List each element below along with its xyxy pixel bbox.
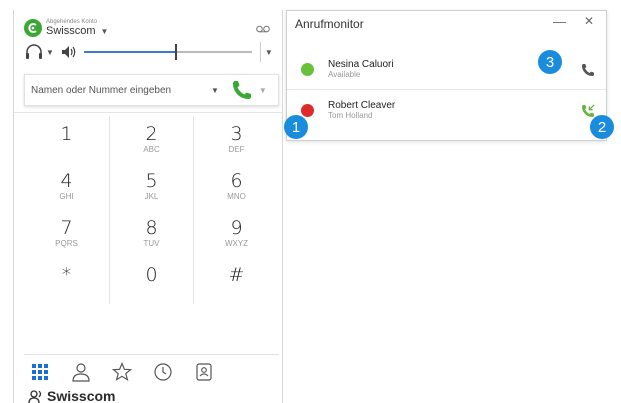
favorites-icon[interactable]: [110, 360, 134, 384]
key-digit: 4: [60, 170, 73, 192]
caller-name: Robert Cleaver: [328, 99, 396, 111]
key-letters: WXYZ: [224, 239, 249, 248]
volume-slider-thumb[interactable]: [175, 44, 178, 60]
key-letters: TUV: [143, 239, 160, 248]
voicemail-icon[interactable]: [256, 20, 270, 38]
minimize-button[interactable]: —: [553, 14, 566, 29]
account-name: Swisscom: [46, 25, 96, 37]
call-monitor-window: Anrufmonitor — ✕ Nesina Caluori Availabl…: [286, 10, 607, 141]
call-button[interactable]: [227, 75, 257, 105]
keypad-key[interactable]: *: [24, 257, 109, 304]
keypad-row: 1 2 ABC 3 DEF: [24, 116, 279, 163]
volume-slider-fill: [83, 51, 177, 53]
keypad-key[interactable]: 5 JKL: [109, 163, 194, 210]
key-letters: MNO: [227, 192, 246, 201]
headset-icon[interactable]: [24, 43, 44, 61]
caller-status: Available: [328, 70, 361, 80]
chevron-down-icon[interactable]: ▼: [46, 48, 54, 57]
key-letters: PQRS: [55, 239, 78, 248]
caller-substitute: Tom Holland: [328, 111, 373, 121]
caller-name: Nesina Caluori: [328, 58, 394, 70]
keypad-key[interactable]: #: [194, 257, 279, 304]
key-digit: *: [61, 264, 72, 286]
keypad-key[interactable]: 4 GHI: [24, 163, 109, 210]
key-digit: 0: [145, 264, 158, 286]
brand-logo: Swisscom: [28, 388, 115, 403]
history-icon[interactable]: [151, 360, 175, 384]
chevron-down-icon[interactable]: ▼: [259, 86, 267, 95]
key-digit: 5: [145, 170, 158, 192]
phone-icon[interactable]: [580, 62, 596, 78]
key-digit: 1: [60, 123, 73, 145]
key-letters: DEF: [228, 145, 245, 154]
key-digit: 2: [145, 123, 158, 145]
key-digit: 6: [230, 170, 243, 192]
window-title: Anrufmonitor: [295, 17, 364, 31]
speaker-icon: [61, 46, 76, 58]
outgoing-account-selector[interactable]: Abgehendes Konto Swisscom ▼: [24, 16, 108, 40]
key-letters: JKL: [144, 192, 159, 201]
keypad-key[interactable]: 7 PQRS: [24, 210, 109, 257]
contacts-icon[interactable]: [69, 360, 93, 384]
key-letters: GHI: [59, 192, 74, 201]
callout-badge: 3: [538, 50, 562, 74]
keypad-key[interactable]: 0: [109, 257, 194, 304]
address-book-icon[interactable]: [192, 360, 216, 384]
close-button[interactable]: ✕: [584, 14, 594, 28]
dial-input-bar: ▼ ▼: [24, 74, 279, 106]
divider: [24, 354, 279, 355]
key-digit: 8: [145, 217, 158, 239]
keypad-key[interactable]: 3 DEF: [194, 116, 279, 163]
keypad-key[interactable]: 2 ABC: [109, 116, 194, 163]
dial-keypad: 1 2 ABC 3 DEF 4 GHI 5 JKL 6 MNO 7 PQRS 8 TUV 9 WXYZ * 0 #: [24, 116, 279, 304]
swisscom-logo-icon: [24, 19, 42, 37]
volume-slider[interactable]: [83, 44, 252, 60]
swisscom-brand-icon: [28, 390, 42, 403]
bottom-navigation: [28, 360, 233, 384]
key-letters: ABC: [143, 145, 160, 154]
callout-badge: 2: [590, 115, 614, 139]
keypad-key[interactable]: 8 TUV: [109, 210, 194, 257]
keypad-row: * 0 #: [24, 257, 279, 304]
brand-name: Swisscom: [47, 388, 116, 403]
chevron-down-icon[interactable]: ▼: [211, 86, 219, 95]
chevron-down-icon[interactable]: ▼: [265, 48, 273, 57]
number-input[interactable]: [25, 84, 205, 96]
chevron-down-icon[interactable]: ▼: [101, 27, 109, 36]
keypad-icon[interactable]: [28, 360, 52, 384]
key-digit: 7: [60, 217, 73, 239]
divider: [14, 112, 282, 113]
keypad-row: 7 PQRS 8 TUV 9 WXYZ: [24, 210, 279, 257]
softphone-panel: Abgehendes Konto Swisscom ▼ ▼ ▼ Namen od…: [13, 10, 283, 403]
callout-badge: 1: [284, 115, 308, 139]
call-entry[interactable]: Robert Cleaver Tom Holland: [287, 90, 606, 130]
key-digit: 9: [230, 217, 243, 239]
keypad-key[interactable]: 6 MNO: [194, 163, 279, 210]
status-indicator: [301, 62, 314, 76]
keypad-row: 4 GHI 5 JKL 6 MNO: [24, 163, 279, 210]
phone-icon: [232, 81, 251, 99]
divider: [259, 42, 261, 62]
key-digit: #: [228, 264, 245, 286]
keypad-key[interactable]: 1: [24, 116, 109, 163]
key-digit: 3: [230, 123, 243, 145]
keypad-key[interactable]: 9 WXYZ: [194, 210, 279, 257]
status-indicator: [301, 103, 314, 117]
audio-controls: ▼ ▼: [24, 42, 279, 62]
